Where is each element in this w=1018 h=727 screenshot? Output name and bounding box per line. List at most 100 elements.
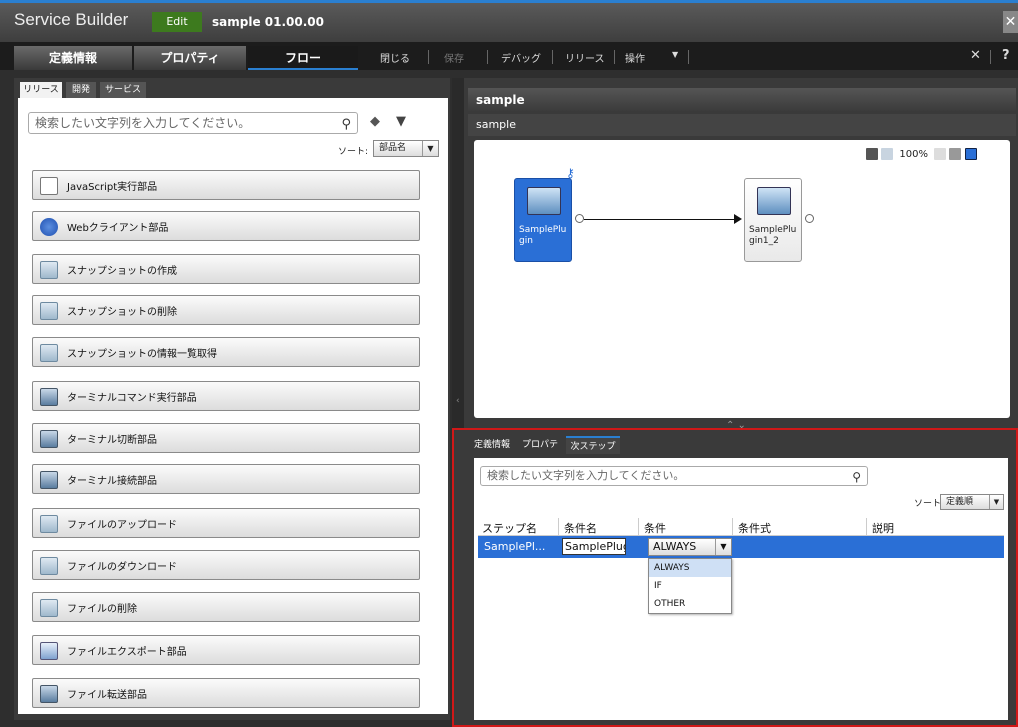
table-header: ステップ名 条件名 条件 条件式 説明	[478, 518, 1004, 536]
part-item-file-download[interactable]: ファイルのダウンロード	[32, 550, 420, 580]
tab-definition[interactable]: 定義情報	[470, 436, 514, 454]
close-icon[interactable]: ✕	[970, 48, 981, 63]
next-step-content: 検索したい文字列を入力してください。 ⚲ ソート: 定義順 ▼ ステップ名 条件…	[474, 458, 1008, 720]
overview-icon[interactable]	[964, 148, 977, 160]
part-label: ターミナルコマンド実行部品	[67, 393, 197, 404]
js-icon	[40, 177, 58, 195]
toolbar-separator	[614, 50, 615, 64]
part-item-snapshot-list[interactable]: スナップショットの情報一覧取得	[32, 337, 420, 367]
terminal-connect-icon	[40, 471, 58, 489]
part-label: JavaScript実行部品	[67, 182, 158, 193]
part-item-snapshot-delete[interactable]: スナップショットの削除	[32, 295, 420, 325]
search-icon[interactable]: ⚲	[852, 468, 861, 486]
condition-select[interactable]: ALWAYS ▼	[648, 538, 732, 556]
sort-value: 定義順	[946, 497, 974, 507]
tab-definition[interactable]: 定義情報	[14, 46, 132, 70]
output-port[interactable]	[805, 214, 814, 223]
part-item-snapshot-create[interactable]: スナップショットの作成	[32, 254, 420, 284]
cube-icon	[40, 302, 58, 320]
flow-canvas[interactable]: 100% ⚷ SamplePlu gin SamplePlu gin1_2	[474, 140, 1010, 418]
sort-select[interactable]: 定義順 ▼	[940, 494, 1004, 510]
column-expression[interactable]: 条件式	[738, 520, 771, 536]
part-item-file-delete[interactable]: ファイルの削除	[32, 592, 420, 622]
zoom-reset-icon[interactable]	[934, 148, 947, 160]
help-icon[interactable]: ?	[1002, 48, 1010, 63]
toolbar-separator	[990, 50, 991, 64]
column-description[interactable]: 説明	[872, 520, 894, 536]
option-always[interactable]: ALWAYS	[649, 559, 731, 577]
flow-header: sample	[468, 88, 1016, 112]
search-icon[interactable]: ⚲	[341, 115, 351, 135]
part-item-file-upload[interactable]: ファイルのアップロード	[32, 508, 420, 538]
zoom-out-icon[interactable]	[866, 148, 878, 160]
fit-icon[interactable]	[949, 148, 962, 160]
document-name: sample 01.00.00	[212, 15, 324, 29]
save-button[interactable]: 保存	[444, 50, 464, 65]
output-port[interactable]	[575, 214, 584, 223]
flow-node-sampleplugin[interactable]: SamplePlu gin	[514, 178, 572, 262]
window-close-button[interactable]: ✕	[1003, 11, 1018, 33]
close-button[interactable]: 閉じる	[380, 50, 410, 65]
tab-release[interactable]: リリース	[20, 82, 62, 98]
part-label: Webクライアント部品	[67, 223, 169, 234]
release-button[interactable]: リリース	[565, 50, 605, 65]
part-label: スナップショットの作成	[67, 266, 177, 277]
column-step-name[interactable]: ステップ名	[482, 520, 537, 536]
option-other[interactable]: OTHER	[649, 595, 731, 613]
part-label: ファイルエクスポート部品	[67, 647, 187, 658]
tab-service[interactable]: サービス	[100, 82, 146, 98]
part-item-terminal-command[interactable]: ターミナルコマンド実行部品	[32, 381, 420, 411]
terminal-icon	[40, 388, 58, 406]
part-item-file-export[interactable]: ファイルエクスポート部品	[32, 635, 420, 665]
zoom-in-icon[interactable]	[881, 148, 894, 160]
part-label: スナップショットの削除	[67, 307, 177, 318]
part-item-file-transfer[interactable]: ファイル転送部品	[32, 678, 420, 708]
operation-menu[interactable]: 操作	[625, 50, 645, 65]
chevron-left-icon[interactable]: ‹	[456, 396, 460, 406]
sort-value: 部品名	[379, 143, 407, 153]
tab-flow[interactable]: フロー	[248, 46, 358, 70]
part-item-terminal-connect[interactable]: ターミナル接続部品	[32, 464, 420, 494]
part-item-terminal-disconnect[interactable]: ターミナル切断部品	[32, 423, 420, 453]
main-menubar: 定義情報 プロパティ フロー 閉じる 保存 デバッグ リリース 操作 ▼ ✕ ?	[0, 42, 1018, 70]
transfer-icon	[40, 685, 58, 703]
condition-name-input[interactable]: SamplePlugi	[562, 538, 626, 555]
export-icon	[40, 642, 58, 660]
search-placeholder: 検索したい文字列を入力してください。	[487, 469, 685, 482]
next-step-search-input[interactable]: 検索したい文字列を入力してください。 ⚲	[480, 466, 868, 486]
chevron-down-icon[interactable]: ▼	[989, 495, 1003, 509]
table-row[interactable]: SamplePl... SamplePlugi ALWAYS ▼	[478, 536, 1004, 558]
flow-subheader: sample	[468, 114, 1016, 136]
operation-dropdown-icon[interactable]: ▼	[672, 50, 678, 59]
tab-properties[interactable]: プロパティ	[518, 436, 562, 468]
sort-select[interactable]: 部品名 ▼	[373, 140, 439, 157]
tab-properties[interactable]: プロパティ	[134, 46, 246, 70]
tab-next-step[interactable]: 次ステップ	[566, 436, 620, 454]
toolbar-separator	[487, 50, 488, 64]
debug-button[interactable]: デバッグ	[501, 50, 541, 65]
chevron-down-icon[interactable]: ▼	[422, 141, 438, 156]
filter-icon[interactable]: ▼	[396, 114, 410, 129]
part-item-web-client[interactable]: Webクライアント部品	[32, 211, 420, 241]
cube-icon	[40, 515, 58, 533]
zoom-level: 100%	[899, 149, 928, 160]
cube-icon	[40, 261, 58, 279]
flow-node-sampleplugin1-2[interactable]: SamplePlu gin1_2	[744, 178, 802, 262]
next-step-panel: 定義情報 プロパティ 次ステップ 検索したい文字列を入力してください。 ⚲ ソー…	[452, 428, 1018, 727]
cube-icon	[40, 557, 58, 575]
chevron-down-icon[interactable]: ▼	[715, 539, 731, 555]
column-condition[interactable]: 条件	[644, 520, 666, 536]
cube-icon	[527, 187, 561, 215]
option-if[interactable]: IF	[649, 577, 731, 595]
flow-connector[interactable]	[584, 219, 734, 220]
part-label: ターミナル切断部品	[67, 435, 157, 446]
sort-label: ソート:	[338, 147, 369, 157]
globe-icon	[40, 218, 58, 236]
toolbar-separator	[428, 50, 429, 64]
column-condition-name[interactable]: 条件名	[564, 520, 597, 536]
palette-search-input[interactable]: 検索したい文字列を入力してください。 ⚲	[28, 112, 358, 134]
tab-develop[interactable]: 開発	[66, 82, 96, 98]
tag-icon[interactable]: ◆	[370, 114, 386, 129]
step-name-cell: SamplePl...	[484, 540, 546, 553]
part-item-javascript[interactable]: JavaScript実行部品	[32, 170, 420, 200]
